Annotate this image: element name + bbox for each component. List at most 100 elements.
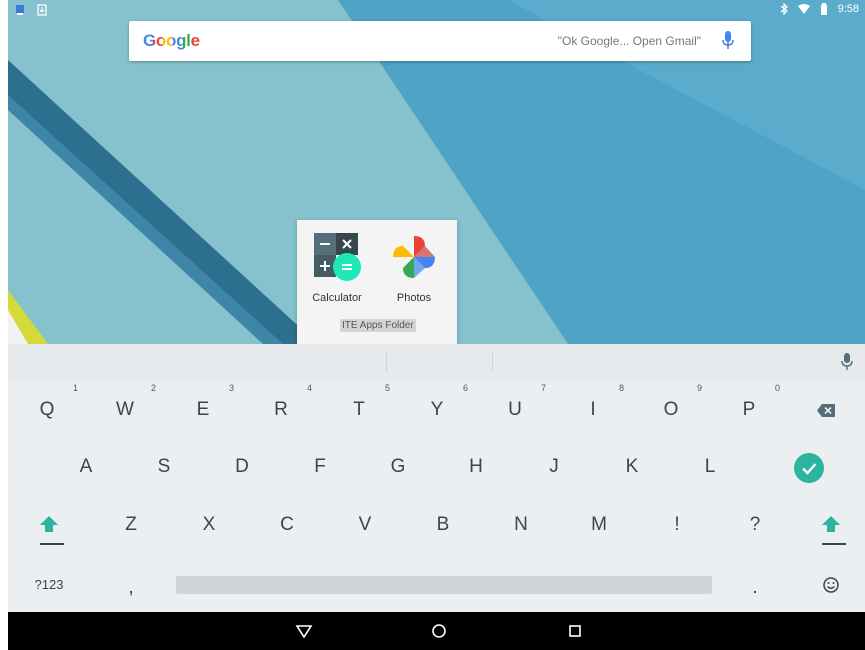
key-question[interactable]: ? [716, 499, 794, 551]
key-w[interactable]: W2 [86, 383, 164, 436]
enter-key[interactable] [794, 453, 824, 483]
key-label: ?123 [34, 577, 64, 592]
key-label: A [79, 456, 93, 477]
enter-check-icon [802, 463, 817, 475]
key-hint: 8 [618, 383, 624, 393]
key-label: O [663, 399, 679, 420]
key-emoji[interactable] [792, 559, 865, 611]
google-logo-text: Google [143, 31, 200, 50]
key-comma[interactable]: , [92, 562, 170, 614]
key-k[interactable]: K [593, 441, 671, 493]
key-q[interactable]: Q1 [8, 383, 86, 436]
key-j[interactable]: J [515, 441, 593, 493]
key-exclamation[interactable]: ! [638, 499, 716, 551]
mic-icon[interactable] [721, 31, 735, 51]
key-label: Z [125, 514, 137, 535]
key-e[interactable]: E3 [164, 383, 242, 436]
back-icon[interactable] [295, 622, 313, 640]
key-label: ! [674, 514, 680, 535]
key-o[interactable]: O9 [632, 383, 710, 436]
status-bar: 9:58 [8, 0, 865, 22]
key-label: M [591, 514, 607, 535]
key-b[interactable]: B [404, 499, 482, 551]
photos-icon [393, 236, 435, 278]
key-h[interactable]: H [437, 441, 515, 493]
key-d[interactable]: D [203, 441, 281, 493]
key-y[interactable]: Y6 [398, 383, 476, 436]
suggestion-divider [492, 352, 493, 372]
key-hint: 3 [228, 383, 234, 393]
google-search-bar[interactable]: Google "Ok Google... Open Gmail" [129, 21, 751, 61]
key-label: X [202, 514, 216, 535]
shift-icon [40, 516, 58, 532]
key-hint: 1 [72, 383, 78, 393]
key-label: N [514, 514, 528, 535]
bluetooth-icon [780, 3, 788, 15]
key-v[interactable]: V [326, 499, 404, 551]
key-label: K [625, 456, 639, 477]
key-c[interactable]: C [248, 499, 326, 551]
key-a[interactable]: A [47, 441, 125, 493]
key-z[interactable]: Z [92, 499, 170, 551]
key-g[interactable]: G [359, 441, 437, 493]
wifi-icon [797, 4, 810, 14]
key-s[interactable]: S [125, 441, 203, 493]
key-label: S [157, 456, 171, 477]
app-photos[interactable]: Photos [381, 230, 447, 304]
download-icon [37, 4, 47, 16]
key-label: L [704, 456, 716, 477]
suggestion-divider [386, 352, 387, 372]
key-label: H [469, 456, 483, 477]
key-label: ? [749, 514, 761, 535]
key-r[interactable]: R4 [242, 383, 320, 436]
key-label: B [436, 514, 450, 535]
key-hint: 9 [696, 383, 702, 393]
key-l[interactable]: L [671, 441, 749, 493]
key-label: V [358, 514, 372, 535]
key-f[interactable]: F [281, 441, 359, 493]
folder-name[interactable]: ITE Apps Folder [340, 319, 416, 332]
key-m[interactable]: M [560, 499, 638, 551]
key-hint: 7 [540, 383, 546, 393]
spacebar[interactable] [176, 576, 712, 594]
navigation-bar [8, 612, 865, 650]
calculator-icon [314, 233, 361, 281]
key-hint: 0 [774, 383, 780, 393]
key-label: U [508, 399, 522, 420]
shift-underline [40, 543, 64, 545]
backspace-icon [817, 404, 835, 417]
key-label: Q [39, 399, 55, 420]
key-label: I [590, 399, 596, 420]
notification-app-icon [16, 5, 24, 15]
key-hint: 5 [384, 383, 390, 393]
key-u[interactable]: U7 [476, 383, 554, 436]
mic-icon[interactable] [841, 353, 853, 371]
key-x[interactable]: X [170, 499, 248, 551]
app-calculator[interactable]: Calculator [304, 230, 370, 304]
key-i[interactable]: I8 [554, 383, 632, 436]
key-label: J [549, 456, 559, 477]
key-symbols[interactable]: ?123 [10, 559, 88, 611]
key-shift-left[interactable] [10, 499, 88, 551]
key-shift-right[interactable] [792, 499, 865, 551]
key-period[interactable]: . [716, 562, 794, 614]
key-label: G [390, 456, 406, 477]
google-logo: Google [143, 31, 200, 51]
status-time: 9:58 [837, 3, 859, 15]
key-p[interactable]: P0 [710, 383, 788, 436]
battery-icon [820, 3, 827, 15]
app-label: Calculator [312, 292, 362, 304]
key-hint: 4 [306, 383, 312, 393]
key-label: C [280, 514, 294, 535]
shift-underline [822, 543, 846, 545]
shift-icon [822, 516, 840, 532]
home-icon[interactable] [430, 622, 448, 640]
key-backspace[interactable] [787, 384, 865, 436]
key-t[interactable]: T5 [320, 383, 398, 436]
apps-folder-popup: Calculator Photos ITE Apps Folder [297, 220, 457, 344]
recents-icon[interactable] [566, 622, 584, 640]
key-label: P [742, 399, 756, 420]
key-label: , [128, 577, 134, 598]
key-hint: 6 [462, 383, 468, 393]
key-n[interactable]: N [482, 499, 560, 551]
